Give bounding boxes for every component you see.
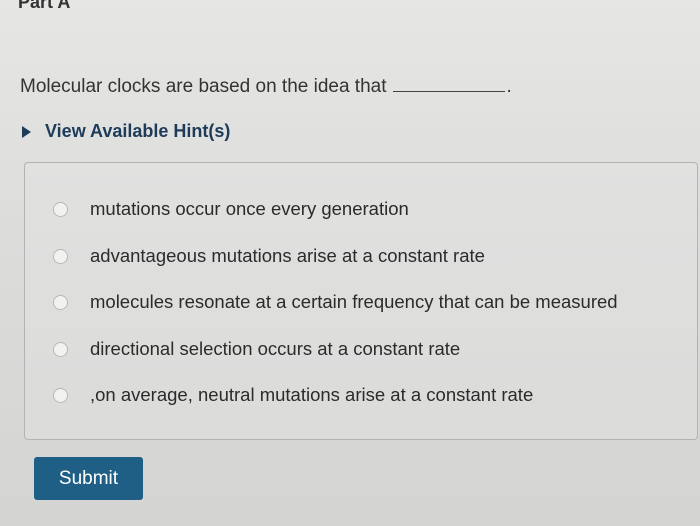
answer-option[interactable]: mutations occur once every generation xyxy=(53,198,409,220)
answer-option[interactable]: molecules resonate at a certain frequenc… xyxy=(53,291,618,313)
radio-button[interactable] xyxy=(53,387,68,403)
answer-option-label: mutations occur once every generation xyxy=(90,198,409,219)
question-terminal: . xyxy=(506,76,512,97)
submit-button[interactable]: Submit xyxy=(34,457,143,500)
answer-option[interactable]: ,on average, neutral mutations arise at … xyxy=(53,384,533,406)
radio-button[interactable] xyxy=(53,248,68,264)
answer-option[interactable]: advantageous mutations arise at a consta… xyxy=(53,245,485,267)
question-text: Molecular clocks are based on the idea t… xyxy=(20,76,387,97)
answer-option-label: directional selection occurs at a consta… xyxy=(90,338,461,359)
view-hints-toggle[interactable]: View Available Hint(s) xyxy=(22,121,230,142)
radio-button[interactable] xyxy=(53,201,68,217)
view-hints-label: View Available Hint(s) xyxy=(45,121,231,141)
answer-option-label: molecules resonate at a certain frequenc… xyxy=(90,291,618,312)
part-title: Part A xyxy=(18,0,71,12)
radio-button[interactable] xyxy=(53,341,68,357)
answer-option-label: advantageous mutations arise at a consta… xyxy=(90,245,485,266)
triangle-right-icon xyxy=(22,125,31,138)
answer-option-label: ,on average, neutral mutations arise at … xyxy=(90,384,534,405)
radio-button[interactable] xyxy=(53,294,68,310)
answer-options-group: mutations occur once every generation ad… xyxy=(24,162,698,440)
answer-option[interactable]: directional selection occurs at a consta… xyxy=(53,338,460,360)
answer-blank xyxy=(392,73,505,92)
question-prompt: Molecular clocks are based on the idea t… xyxy=(20,73,512,98)
